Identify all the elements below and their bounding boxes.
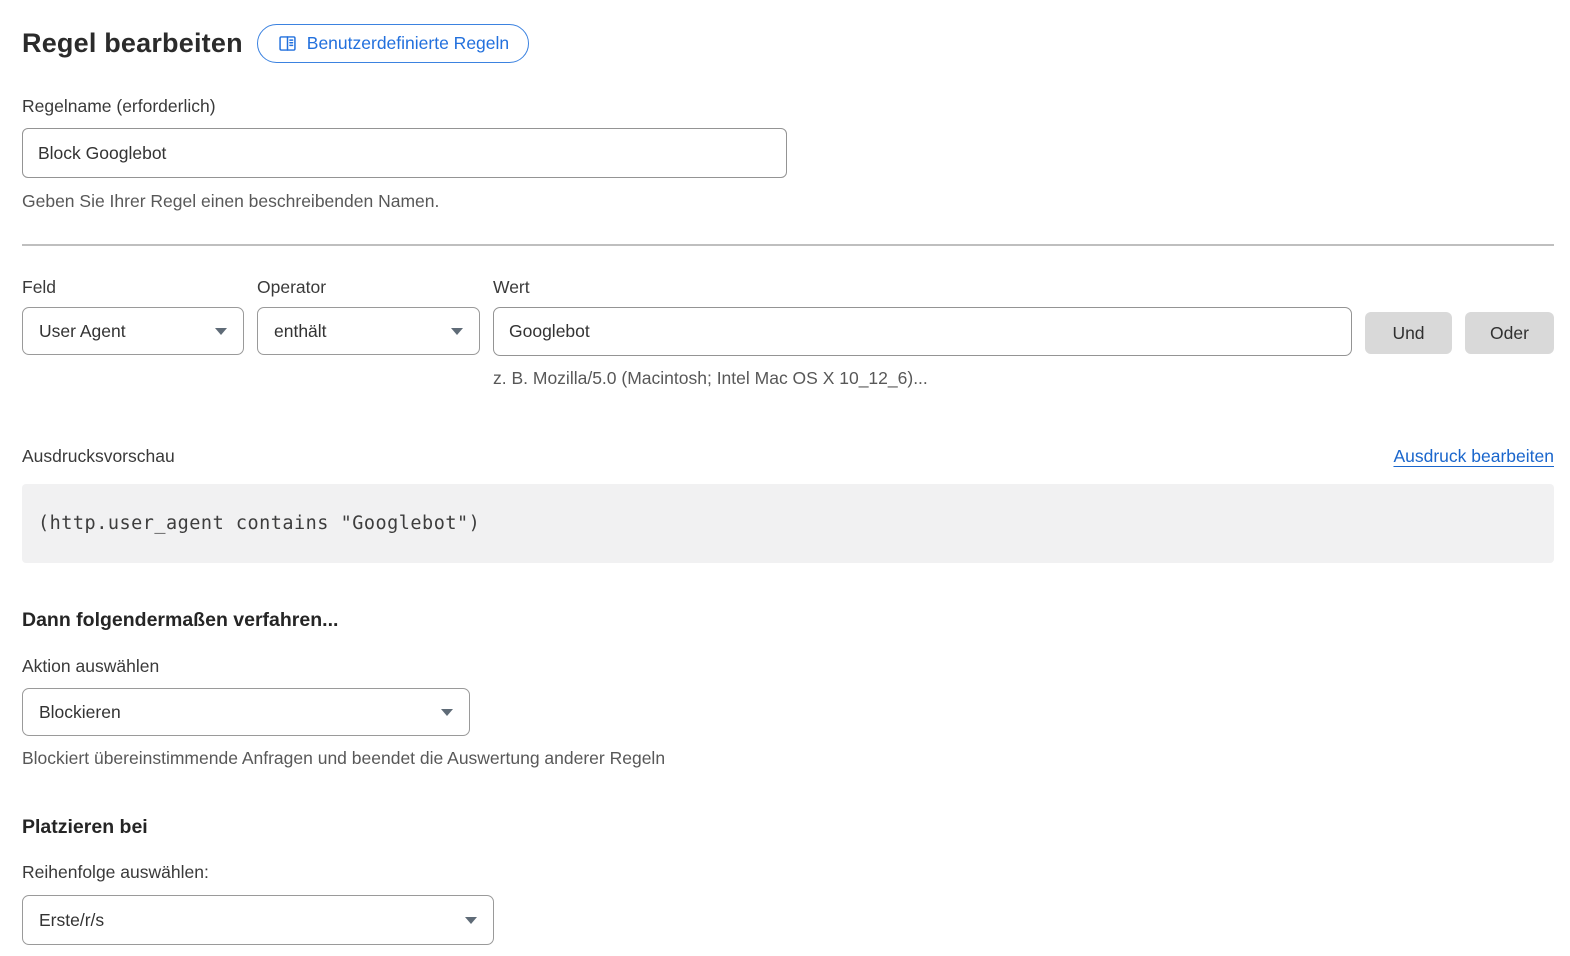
action-select[interactable]: Blockieren [22,688,470,736]
operator-label: Operator [257,276,480,298]
chevron-down-icon [441,709,453,716]
expression-header: Ausdrucksvorschau Ausdruck bearbeiten [22,445,1554,467]
operator-select[interactable]: enthält [257,307,480,355]
action-select-value: Blockieren [39,702,121,723]
rule-name-section: Regelname (erforderlich) Geben Sie Ihrer… [22,95,1554,212]
order-label: Reihenfolge auswählen: [22,861,1554,883]
action-heading: Dann folgendermaßen verfahren... [22,609,1554,632]
value-helper: z. B. Mozilla/5.0 (Macintosh; Intel Mac … [493,367,1352,389]
rule-name-input[interactable] [22,128,787,178]
custom-rules-badge-label: Benutzerdefinierte Regeln [307,33,509,54]
and-button[interactable]: Und [1365,312,1452,354]
expression-code: (http.user_agent contains "Googlebot") [38,513,480,534]
rule-name-helper: Geben Sie Ihrer Regel einen beschreibend… [22,190,1554,212]
expression-preview-box: (http.user_agent contains "Googlebot") [22,484,1554,563]
section-divider [22,244,1554,246]
action-helper: Blockiert übereinstimmende Anfragen und … [22,747,1554,769]
custom-rules-badge-button[interactable]: Benutzerdefinierte Regeln [257,24,529,63]
field-select[interactable]: User Agent [22,307,244,355]
chevron-down-icon [451,328,463,335]
value-input[interactable] [493,307,1352,356]
operator-select-value: enthält [274,321,327,342]
value-label: Wert [493,276,1352,298]
chevron-down-icon [215,328,227,335]
order-select-value: Erste/r/s [39,910,104,931]
book-icon [277,33,298,54]
field-select-value: User Agent [39,321,126,342]
order-select[interactable]: Erste/r/s [22,895,494,945]
edit-expression-link[interactable]: Ausdruck bearbeiten [1393,446,1554,467]
condition-builder: Feld Operator Wert User Agent enthält Un… [22,276,1554,389]
or-button[interactable]: Oder [1465,312,1554,354]
action-section: Dann folgendermaßen verfahren... Aktion … [22,609,1554,769]
placement-section: Platzieren bei Reihenfolge auswählen: Er… [22,816,1554,945]
chevron-down-icon [465,917,477,924]
page-header: Regel bearbeiten Benutzerdefinierte Rege… [22,24,1554,63]
field-label: Feld [22,276,244,298]
action-label: Aktion auswählen [22,655,1554,677]
rule-name-label: Regelname (erforderlich) [22,96,216,116]
expression-preview-label: Ausdrucksvorschau [22,445,175,467]
page-title: Regel bearbeiten [22,28,243,59]
placement-heading: Platzieren bei [22,816,1554,839]
edit-rule-page: Regel bearbeiten Benutzerdefinierte Rege… [0,0,1570,945]
